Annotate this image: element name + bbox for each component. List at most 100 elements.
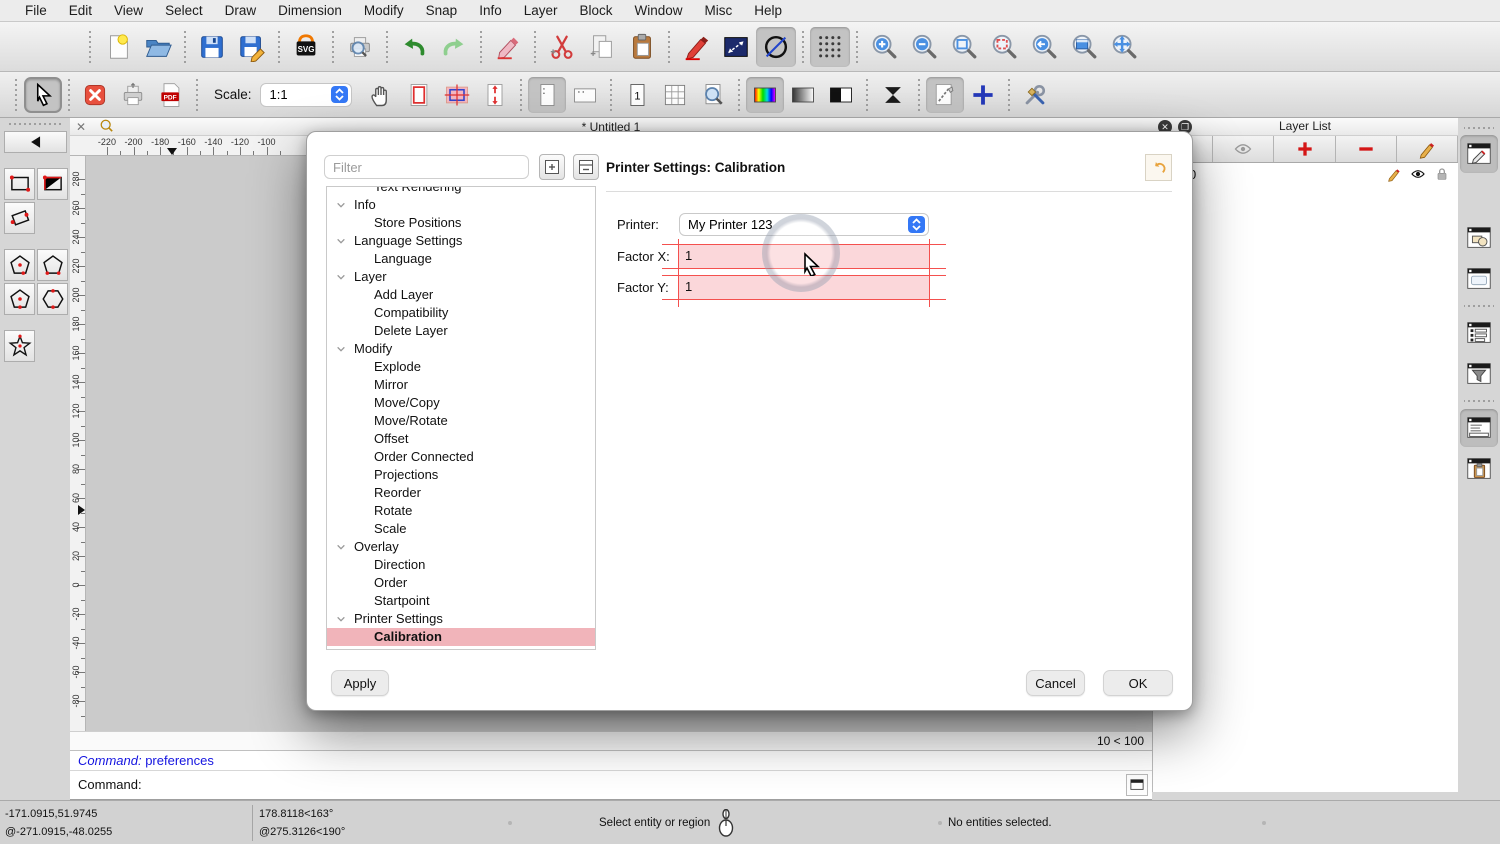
draw-pencil-button[interactable] (676, 27, 716, 67)
cursor-arrow-button[interactable] (24, 77, 62, 113)
open-folder-button[interactable] (138, 27, 178, 67)
tree-item-direction[interactable]: Direction (327, 556, 595, 574)
zoom-fit-button[interactable] (944, 27, 984, 67)
tree-item-printer-settings[interactable]: Printer Settings (327, 610, 595, 628)
menu-layer[interactable]: Layer (513, 3, 569, 18)
close-doc-button[interactable] (76, 77, 114, 113)
toolbar-drag-handle[interactable] (86, 30, 94, 64)
dock-filter-toggle-button[interactable] (1460, 355, 1498, 393)
tree-item-language[interactable]: Language (327, 250, 595, 268)
collapse-tree-button[interactable] (573, 154, 599, 180)
tree-item-text-rendering[interactable]: Text Rendering (327, 186, 595, 196)
chevron-down-icon[interactable] (336, 197, 346, 215)
fit-page-button[interactable] (476, 77, 514, 113)
tree-item-projections[interactable]: Projections (327, 466, 595, 484)
menu-info[interactable]: Info (468, 3, 513, 18)
print-preview-button[interactable] (340, 27, 380, 67)
rect-corners-button[interactable] (37, 168, 68, 200)
erase-button[interactable] (488, 27, 528, 67)
panel-drag-handle[interactable] (8, 120, 62, 128)
page-landscape-button[interactable] (566, 77, 604, 113)
pdf-export-button[interactable]: PDF (152, 77, 190, 113)
eye-gray-button[interactable] (1213, 136, 1274, 162)
tree-item-move-rotate[interactable]: Move/Rotate (327, 412, 595, 430)
back-arrow-button[interactable] (4, 131, 67, 153)
tree-item-calibration[interactable]: Calibration (327, 628, 595, 646)
dock-library-toggle-button[interactable] (1460, 260, 1498, 298)
zoom-window-button[interactable] (1064, 27, 1104, 67)
menu-snap[interactable]: Snap (415, 3, 469, 18)
menu-modify[interactable]: Modify (353, 3, 415, 18)
zoom-page-button[interactable] (694, 77, 732, 113)
grid-toggle-button[interactable] (810, 27, 850, 67)
menu-dimension[interactable]: Dimension (267, 3, 353, 18)
command-line[interactable]: Command: (70, 770, 1152, 800)
draft-toggle-button[interactable] (926, 77, 964, 113)
color-bw-button[interactable] (822, 77, 860, 113)
zoom-previous-button[interactable] (1024, 27, 1064, 67)
toolbar-drag-handle[interactable] (12, 78, 20, 112)
paste-button[interactable] (622, 27, 662, 67)
menu-view[interactable]: View (103, 3, 154, 18)
page-portrait-button[interactable] (528, 77, 566, 113)
paper-grid-button[interactable] (438, 77, 476, 113)
tree-item-mirror[interactable]: Mirror (327, 376, 595, 394)
tree-item-order-connected[interactable]: Order Connected (327, 448, 595, 466)
printer-select[interactable]: My Printer 123 (679, 213, 929, 236)
dock-layer-toggle-button[interactable] (1460, 135, 1498, 173)
svg-export-button[interactable]: SVG (286, 27, 326, 67)
scrollbar-strip[interactable]: 10 < 100 (70, 731, 1152, 750)
menu-misc[interactable]: Misc (694, 3, 744, 18)
snap-cross-button[interactable] (964, 77, 1002, 113)
dock-properties-toggle-button[interactable] (1460, 314, 1498, 352)
command-window-button[interactable] (1126, 774, 1148, 796)
star-tool-button[interactable] (4, 330, 35, 362)
chevron-down-icon[interactable] (336, 269, 346, 287)
dock-block-toggle-button[interactable] (1460, 219, 1498, 257)
chevron-down-icon[interactable] (336, 233, 346, 251)
copy-button[interactable] (582, 27, 622, 67)
menu-help[interactable]: Help (743, 3, 793, 18)
tree-item-add-layer[interactable]: Add Layer (327, 286, 595, 304)
factor-x-input[interactable]: 1 (679, 245, 929, 268)
zoom-out-button[interactable] (904, 27, 944, 67)
dock-clipboard-toggle-button[interactable] (1460, 450, 1498, 488)
chevron-down-icon[interactable] (336, 539, 346, 557)
print-button[interactable] (114, 77, 152, 113)
ok-button[interactable]: OK (1103, 670, 1173, 696)
plus-red-button[interactable] (1274, 136, 1335, 162)
circle-tool-button[interactable] (756, 27, 796, 67)
undo-button[interactable] (394, 27, 434, 67)
pencil-small-icon[interactable] (1386, 166, 1402, 182)
menu-select[interactable]: Select (154, 3, 214, 18)
color-full-button[interactable] (746, 77, 784, 113)
polygon-center-side-button[interactable] (4, 283, 35, 315)
lock-gray-icon[interactable] (1434, 166, 1450, 182)
chevron-down-icon[interactable] (336, 341, 346, 359)
scale-select[interactable]: 1:1 (260, 83, 352, 107)
tree-item-rotate[interactable]: Rotate (327, 502, 595, 520)
cut-button[interactable] (542, 27, 582, 67)
tree-item-modify[interactable]: Modify (327, 340, 595, 358)
rect-size-button[interactable] (4, 168, 35, 200)
tree-item-store-positions[interactable]: Store Positions (327, 214, 595, 232)
new-file-button[interactable] (98, 27, 138, 67)
page-single-button[interactable]: 1 (618, 77, 656, 113)
eye-black-icon[interactable] (1410, 166, 1426, 182)
page-multi-button[interactable] (656, 77, 694, 113)
expand-tree-button[interactable] (539, 154, 565, 180)
tree-item-scale[interactable]: Scale (327, 520, 595, 538)
save-as-button[interactable] (232, 27, 272, 67)
tree-item-overlay[interactable]: Overlay (327, 538, 595, 556)
polygon-2corners-button[interactable] (37, 249, 68, 281)
dock-command-toggle-button[interactable] (1460, 409, 1498, 447)
minus-red-button[interactable] (1336, 136, 1397, 162)
color-gray-button[interactable] (784, 77, 822, 113)
chevron-down-icon[interactable] (336, 611, 346, 629)
zoom-in-button[interactable] (864, 27, 904, 67)
measure-distance-button[interactable] (716, 27, 756, 67)
menu-draw[interactable]: Draw (214, 3, 268, 18)
revert-button[interactable] (1145, 154, 1172, 181)
tree-item-layer[interactable]: Layer (327, 268, 595, 286)
tree-item-compatibility[interactable]: Compatibility (327, 304, 595, 322)
